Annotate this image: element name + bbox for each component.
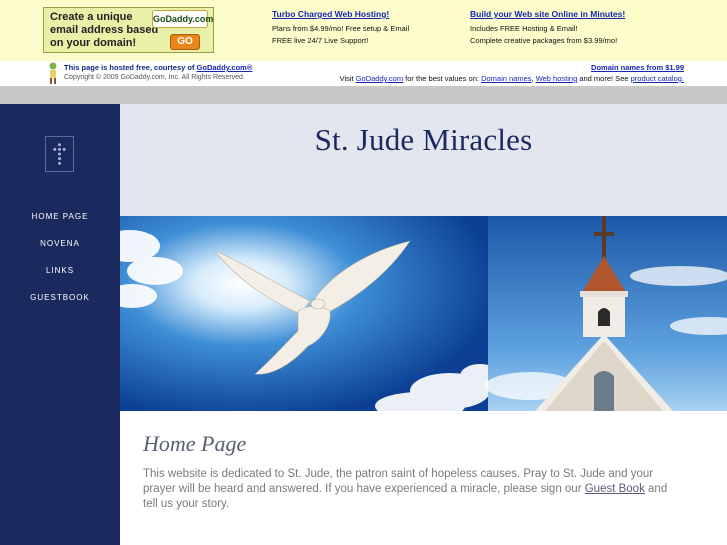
copyright-text: Copyright © 2009 GoDaddy.com, Inc. All R…	[64, 74, 245, 81]
site-title: St. Jude Miracles	[314, 122, 533, 157]
cross-logo-icon	[45, 136, 74, 172]
ad-image-line-1: Create a unique	[50, 11, 133, 23]
hosted-courtesy-prefix: This page is hosted free, courtesy of	[64, 63, 197, 72]
divider-strip	[0, 86, 727, 104]
godaddy-link[interactable]: GoDaddy.com®	[197, 63, 253, 72]
domain-names-price-link[interactable]: Domain names from $1.99	[591, 63, 684, 72]
nav-item-home-page[interactable]: HOME PAGE	[0, 206, 120, 233]
product-catalog-link[interactable]: product catalog.	[631, 74, 684, 83]
ad-website-builder-column: Build your Web site Online in Minutes! I…	[470, 9, 625, 47]
ad-hosting-link[interactable]: Turbo Charged Web Hosting!	[272, 9, 409, 19]
visit-mid-text: for the best values on:	[403, 74, 482, 83]
ad-hosting-line-2: FREE live 24/7 Live Support!	[272, 36, 369, 45]
nav-item-novena[interactable]: NOVENA	[0, 233, 120, 260]
ad-banner: Create a unique email address based on y…	[0, 0, 727, 61]
ad-go-button[interactable]: GO	[170, 34, 200, 50]
nav-item-links[interactable]: LINKS	[0, 260, 120, 287]
ad-image-line-3: on your domain!	[50, 37, 137, 49]
hero-image	[120, 216, 727, 411]
nav-label[interactable]: LINKS	[46, 266, 74, 275]
main-content: Home Page This website is dedicated to S…	[120, 411, 727, 545]
sidebar: HOME PAGE NOVENA LINKS GUESTBOOK	[0, 104, 120, 545]
visit-godaddy-text: Visit GoDaddy.com for the best values on…	[340, 74, 684, 83]
nav-label[interactable]: GUESTBOOK	[30, 293, 90, 302]
intro-text-1: This website is dedicated to St. Jude, t…	[143, 468, 654, 495]
guest-book-link[interactable]: Guest Book	[585, 483, 645, 495]
ad-image-line-2: email address based	[50, 24, 159, 36]
godaddy-logo: GoDaddy.com	[152, 10, 213, 28]
hosted-courtesy-text: This page is hosted free, courtesy of Go…	[64, 63, 252, 72]
site-header: St. Jude Miracles	[120, 104, 727, 216]
ad-hosting-line-1: Plans from $4.99/mo! Free setup & Email	[272, 24, 410, 33]
ad-website-builder-link[interactable]: Build your Web site Online in Minutes!	[470, 9, 625, 19]
ad-website-builder-line-2: Complete creative packages from $3.99/mo…	[470, 36, 618, 45]
sidebar-nav: HOME PAGE NOVENA LINKS GUESTBOOK	[0, 206, 120, 314]
godaddy-mascot-icon	[49, 62, 57, 84]
visit-godaddy-link[interactable]: GoDaddy.com	[356, 74, 403, 83]
domain-names-link[interactable]: Domain names	[481, 74, 531, 83]
intro-paragraph: This website is dedicated to St. Jude, t…	[143, 467, 683, 512]
nav-label[interactable]: HOME PAGE	[32, 212, 89, 221]
page-title: Home Page	[143, 431, 247, 456]
page: Create a unique email address based on y…	[0, 0, 727, 545]
nav-item-guestbook[interactable]: GUESTBOOK	[0, 287, 120, 314]
hosting-bar: This page is hosted free, courtesy of Go…	[0, 61, 727, 85]
ad-hosting-column: Turbo Charged Web Hosting! Plans from $4…	[272, 9, 409, 47]
nav-label[interactable]: NOVENA	[40, 239, 80, 248]
ad-website-builder-line-1: Includes FREE Hosting & Email!	[470, 24, 578, 33]
visit-mid-text-2: and more! See	[577, 74, 631, 83]
web-hosting-link[interactable]: Web hosting	[536, 74, 578, 83]
godaddy-ad-image[interactable]: Create a unique email address based on y…	[43, 7, 214, 53]
visit-prefix: Visit	[339, 74, 356, 83]
